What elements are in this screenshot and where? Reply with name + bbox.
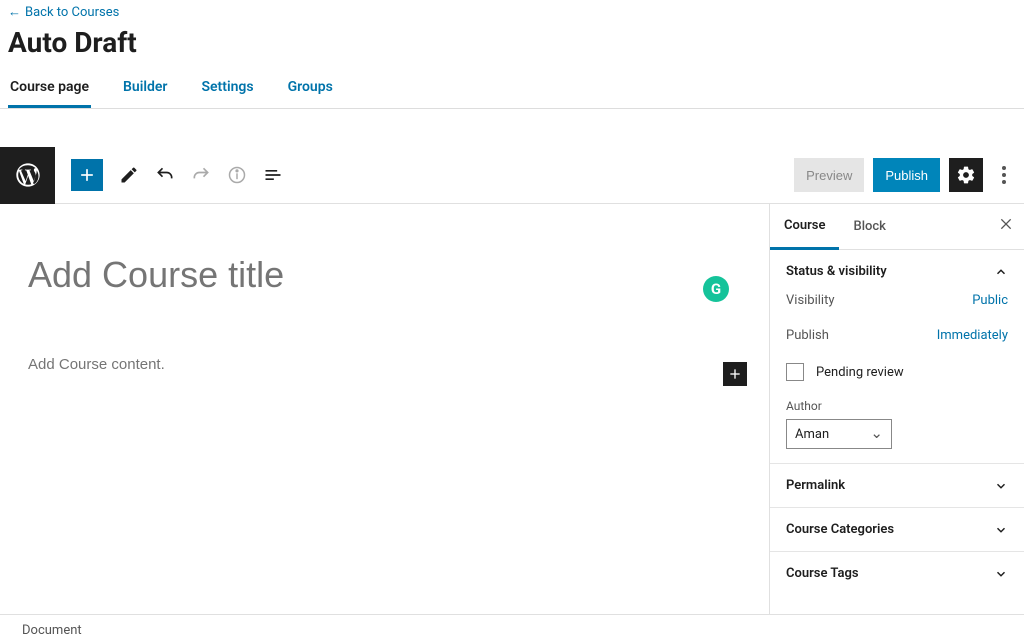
chevron-down-icon (994, 479, 1008, 493)
editor-toolbar: Preview Publish (0, 147, 1024, 204)
list-icon (263, 165, 283, 185)
permalink-toggle[interactable]: Permalink (786, 478, 1008, 493)
close-sidebar-button[interactable] (998, 216, 1014, 232)
breadcrumb-bar: Document (0, 614, 1024, 644)
permalink-panel: Permalink (770, 464, 1024, 508)
page-title: Auto Draft (0, 22, 1024, 69)
info-icon (227, 165, 247, 185)
plus-icon (77, 165, 97, 185)
course-tabs: Course page Builder Settings Groups (0, 69, 1024, 109)
close-icon (998, 216, 1014, 232)
tab-settings[interactable]: Settings (199, 69, 255, 108)
panel-title: Permalink (786, 478, 845, 493)
tab-builder[interactable]: Builder (121, 69, 169, 108)
visibility-label: Visibility (786, 293, 835, 308)
chevron-down-icon (994, 567, 1008, 581)
add-block-toolbar-button[interactable] (71, 159, 103, 191)
gear-icon (956, 165, 976, 185)
panel-title: Status & visibility (786, 264, 887, 279)
visibility-value[interactable]: Public (972, 293, 1008, 308)
settings-sidebar: Course Block Status & visibility Visibil… (770, 204, 1024, 614)
pending-review-checkbox[interactable] (786, 363, 804, 381)
editor-canvas[interactable]: G (0, 204, 770, 614)
course-tags-toggle[interactable]: Course Tags (786, 566, 1008, 581)
author-select[interactable]: Aman (786, 419, 892, 449)
pending-review-label: Pending review (816, 365, 904, 380)
publish-button[interactable]: Publish (873, 158, 940, 192)
wordpress-logo[interactable] (0, 147, 55, 204)
status-visibility-panel: Status & visibility Visibility Public Pu… (770, 250, 1024, 464)
panel-title: Course Tags (786, 566, 859, 581)
info-button[interactable] (227, 165, 247, 185)
course-title-input[interactable] (28, 254, 741, 296)
add-block-inline-button[interactable] (723, 362, 747, 386)
wordpress-icon (14, 161, 42, 189)
grammarly-badge[interactable]: G (703, 276, 729, 302)
chevron-up-icon (994, 265, 1008, 279)
preview-button[interactable]: Preview (794, 158, 864, 192)
dots-vertical-icon (1002, 166, 1006, 184)
sidebar-tab-course[interactable]: Course (770, 204, 839, 250)
status-visibility-toggle[interactable]: Status & visibility (786, 264, 1008, 279)
edit-mode-button[interactable] (119, 165, 139, 185)
arrow-left-icon: ← (8, 4, 21, 20)
plus-icon (727, 366, 743, 382)
pencil-icon (119, 165, 139, 185)
author-selected-value: Aman (795, 427, 829, 442)
sidebar-tab-block[interactable]: Block (839, 205, 899, 248)
tab-course-page[interactable]: Course page (8, 69, 91, 108)
publish-value[interactable]: Immediately (937, 328, 1008, 343)
tab-groups[interactable]: Groups (286, 69, 335, 108)
undo-button[interactable] (155, 165, 175, 185)
course-categories-panel: Course Categories (770, 508, 1024, 552)
breadcrumb-document[interactable]: Document (22, 623, 82, 638)
chevron-down-icon (994, 523, 1008, 537)
redo-icon (191, 164, 211, 186)
settings-gear-button[interactable] (949, 158, 983, 192)
course-categories-toggle[interactable]: Course Categories (786, 522, 1008, 537)
course-content-input[interactable] (28, 356, 741, 373)
course-tags-panel: Course Tags (770, 552, 1024, 587)
undo-icon (155, 164, 175, 186)
author-label: Author (786, 399, 1008, 413)
redo-button[interactable] (191, 165, 211, 185)
publish-label: Publish (786, 328, 829, 343)
outline-button[interactable] (263, 165, 283, 185)
more-options-button[interactable] (992, 158, 1016, 192)
back-link-label: Back to Courses (25, 5, 119, 20)
panel-title: Course Categories (786, 522, 894, 537)
back-to-courses-link[interactable]: ← Back to Courses (8, 4, 119, 20)
